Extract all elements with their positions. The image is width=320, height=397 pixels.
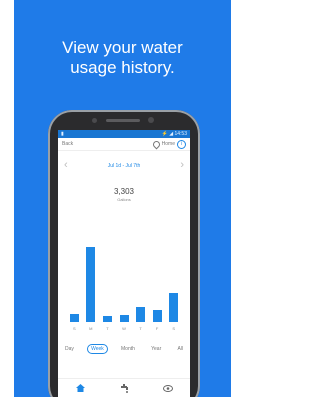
date-range-label: Jul 1d - Jul 7th (107, 163, 141, 169)
chart-bar (169, 292, 179, 322)
phone-sensor (92, 118, 97, 123)
promo-banner: View your water usage history. ▮ ⚡ ◢ 14:… (14, 0, 231, 397)
app-bar: Back Home i (58, 138, 190, 151)
chart-tick-label: M (89, 326, 93, 331)
chart-bar (102, 315, 112, 322)
chevron-right-icon[interactable]: › (180, 159, 184, 171)
period-option-all[interactable]: All (174, 345, 186, 353)
headline: View your water usage history. (14, 38, 231, 78)
phone-frame: ▮ ⚡ ◢ 14:53 Back Home i ‹ Jul 1d - Jul 7… (48, 110, 200, 397)
info-icon[interactable]: i (177, 139, 186, 149)
phone-camera (148, 117, 154, 123)
chart-bar (119, 314, 129, 322)
back-button[interactable]: Back (62, 141, 73, 147)
chart-tick-label: S (72, 326, 76, 331)
phone-speaker (106, 119, 140, 122)
faucet-icon[interactable] (119, 383, 129, 393)
period-option-week[interactable]: Week (87, 344, 108, 354)
chart-tick-label: W (122, 326, 126, 331)
status-left: ▮ (61, 131, 64, 137)
chart-bar (136, 306, 146, 322)
bottom-nav (58, 378, 190, 397)
home-label: Home (161, 141, 175, 147)
period-option-day[interactable]: Day (62, 345, 77, 353)
chart-day-labels: SMTWTFS (66, 326, 182, 332)
chart-tick-label: F (155, 326, 159, 331)
period-option-month[interactable]: Month (118, 345, 138, 353)
home-icon[interactable] (75, 383, 85, 393)
phone-screen: ▮ ⚡ ◢ 14:53 Back Home i ‹ Jul 1d - Jul 7… (58, 130, 190, 397)
chart-bar (86, 247, 96, 322)
status-right: ⚡ ◢ 14:53 (161, 131, 187, 137)
date-range: ‹ Jul 1d - Jul 7th › (58, 157, 190, 175)
period-selector: Day Week Month Year All (62, 344, 186, 354)
headline-line-1: View your water (62, 38, 183, 57)
eye-icon[interactable] (163, 383, 173, 393)
chart-bar (152, 310, 162, 322)
chart-tick-label: S (172, 326, 176, 331)
period-option-year[interactable]: Year (148, 345, 164, 353)
home-selector[interactable]: Home i (151, 139, 186, 149)
total-value: 3,303 (113, 187, 135, 196)
location-pin-icon (151, 139, 162, 149)
chart-tick-label: T (106, 326, 109, 331)
total-usage: 3,303 Gallons (58, 187, 190, 202)
total-unit: Gallons (117, 197, 131, 202)
usage-bar-chart (66, 240, 182, 322)
chart-tick-label: T (139, 326, 142, 331)
chart-bar (69, 313, 79, 322)
headline-line-2: usage history. (70, 58, 175, 77)
status-bar: ▮ ⚡ ◢ 14:53 (58, 130, 190, 138)
